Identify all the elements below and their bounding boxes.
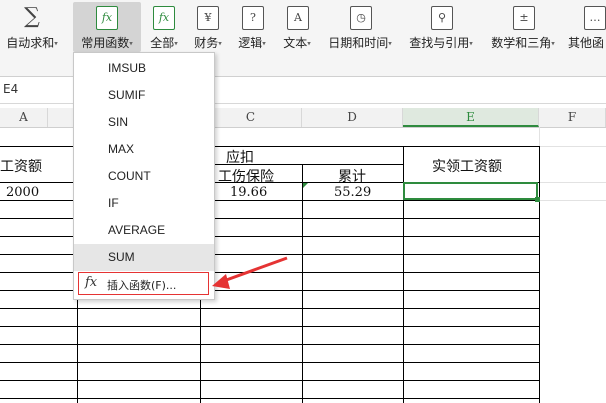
annotation-arrow-icon [212,256,288,289]
